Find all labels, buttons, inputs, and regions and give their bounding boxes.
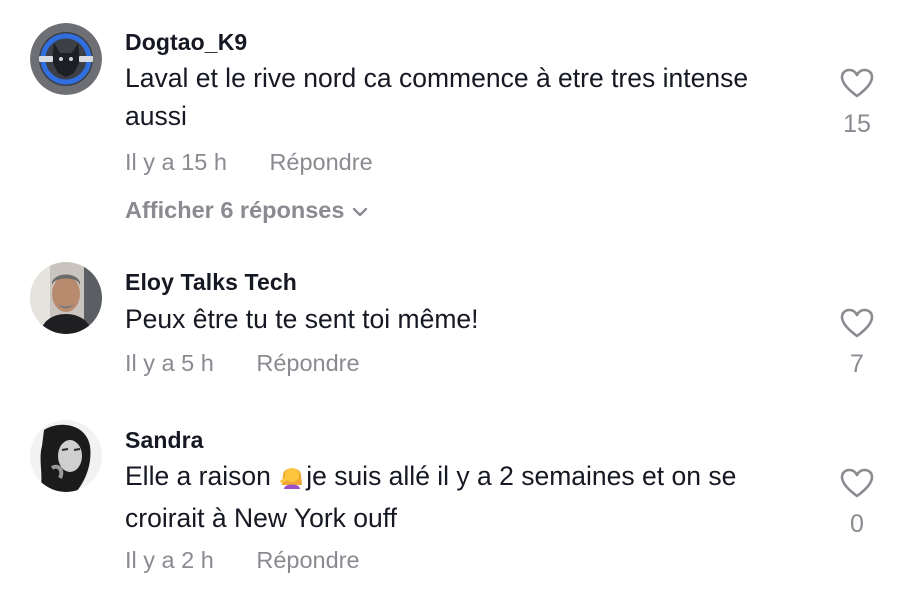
like-area: 7	[830, 308, 884, 379]
comment-text: Laval et le rive nord ca commence à etre…	[125, 63, 749, 131]
comment-item: Sandra Elle a raison je suis allé il y a…	[0, 400, 922, 592]
like-count: 0	[850, 510, 864, 538]
comment-timestamp: Il y a 5 h	[125, 350, 214, 376]
like-count: 7	[850, 350, 864, 378]
avatar[interactable]	[30, 420, 102, 492]
heart-icon[interactable]	[840, 468, 874, 498]
reply-button[interactable]: Répondre	[256, 350, 359, 376]
avatar[interactable]	[30, 262, 102, 334]
comment-text-part: Elle a raison	[125, 461, 279, 491]
view-replies-button[interactable]: Afficher 6 réponses	[125, 197, 368, 224]
comment-item: Dogtao_K9 Laval et le rive nord ca comme…	[0, 0, 922, 240]
avatar[interactable]	[30, 23, 102, 95]
view-replies-label: Afficher 6 réponses	[125, 197, 345, 223]
reply-button[interactable]: Répondre	[256, 547, 359, 573]
woman-tipping-hand-emoji-icon	[278, 461, 306, 499]
chevron-down-icon	[353, 207, 368, 216]
heart-icon[interactable]	[840, 68, 874, 98]
comment-username[interactable]: Sandra	[125, 427, 204, 454]
man-photo-avatar-icon	[30, 262, 102, 334]
like-count: 15	[843, 110, 871, 138]
comment-timestamp: Il y a 15 h	[125, 149, 227, 175]
comment-username[interactable]: Dogtao_K9	[125, 29, 247, 56]
reply-button[interactable]: Répondre	[269, 149, 372, 175]
comment-meta: Il y a 15 h Répondre	[125, 149, 373, 176]
heart-icon[interactable]	[840, 308, 874, 338]
dog-logo-avatar-icon	[30, 23, 102, 95]
like-area: 15	[830, 68, 884, 139]
woman-photo-avatar-icon	[30, 420, 102, 492]
comment-text: Peux être tu te sent toi même!	[125, 304, 479, 334]
comment-meta: Il y a 2 h Répondre	[125, 547, 360, 574]
comment-item: Eloy Talks Tech Peux être tu te sent toi…	[0, 240, 922, 400]
comment-username[interactable]: Eloy Talks Tech	[125, 269, 297, 296]
comment-meta: Il y a 5 h Répondre	[125, 350, 360, 377]
like-area: 0	[830, 468, 884, 539]
comment-text: Elle a raison je suis allé il y a 2 sema…	[125, 457, 815, 537]
comment-timestamp: Il y a 2 h	[125, 547, 214, 573]
